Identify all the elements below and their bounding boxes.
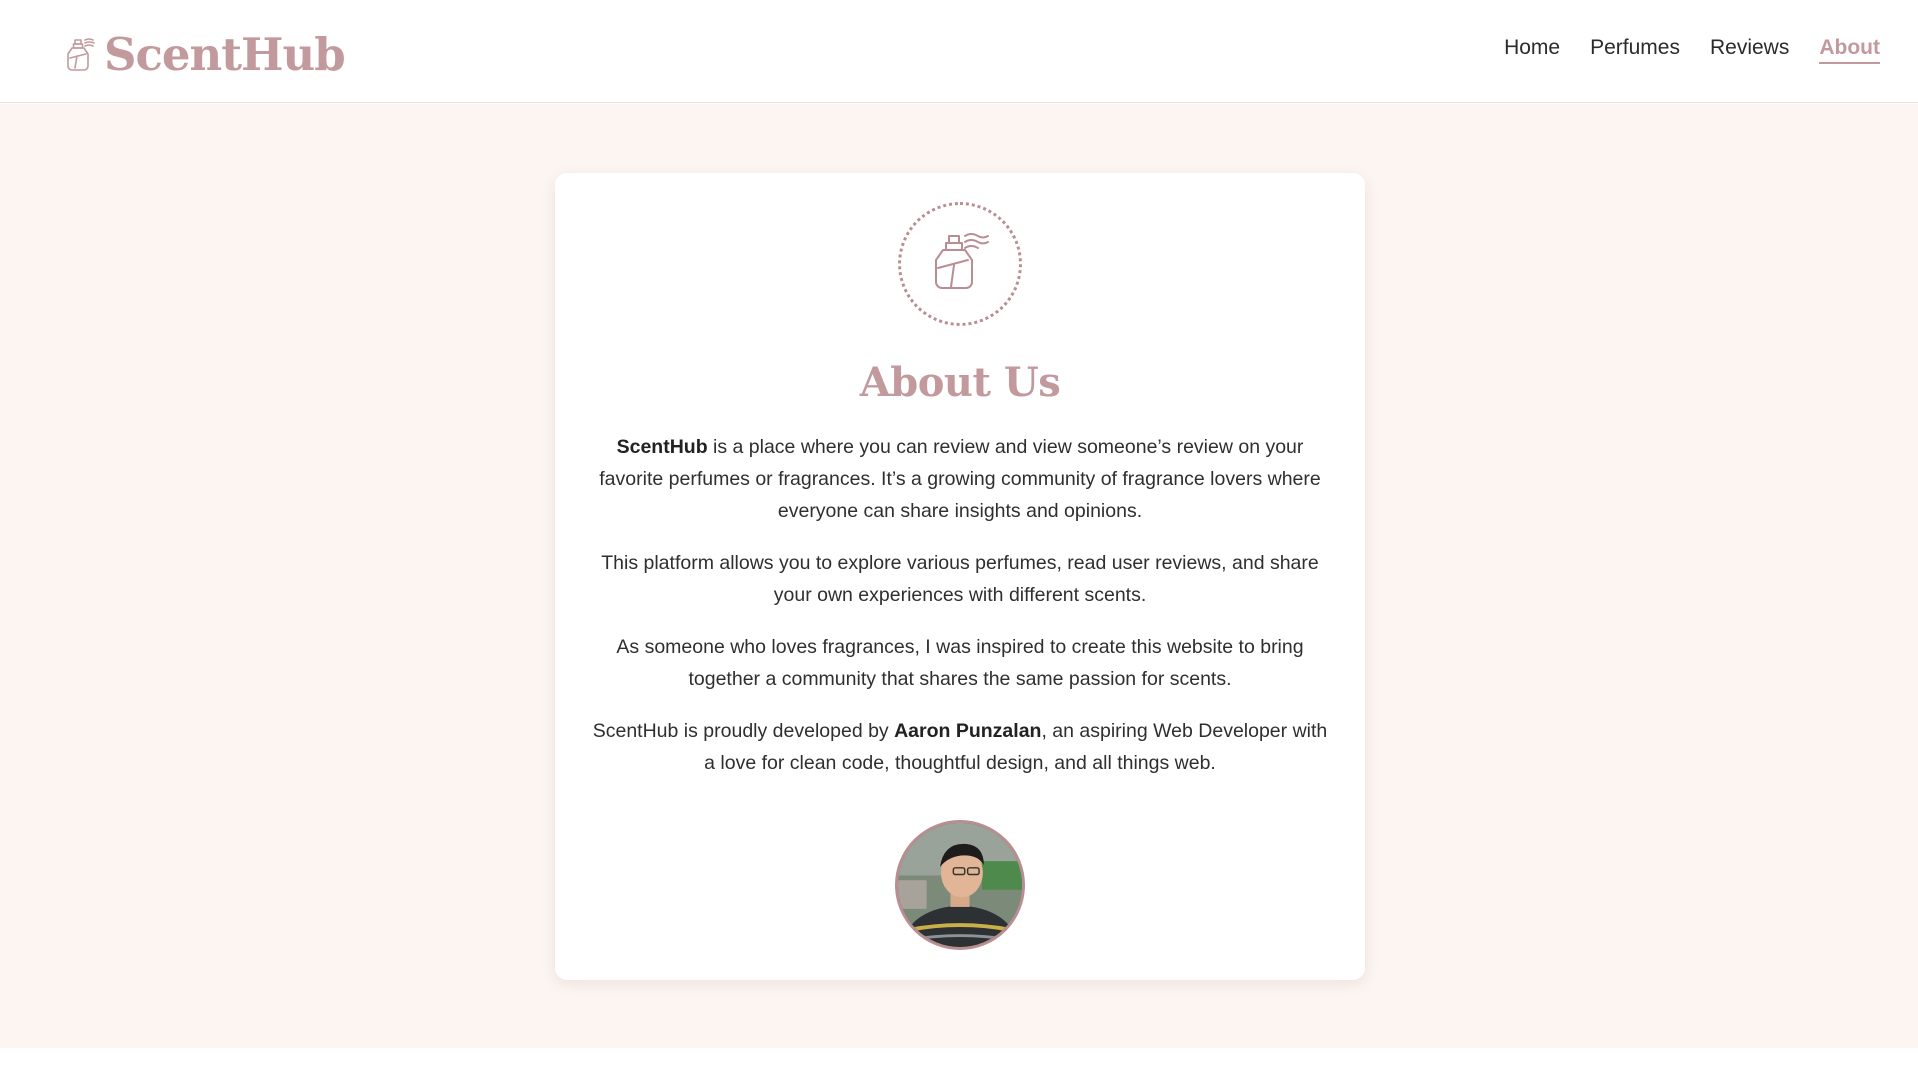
- about-paragraph-2: This platform allows you to explore vari…: [601, 552, 1319, 606]
- about-paragraph-4-start: ScentHub is proudly developed by: [592, 720, 895, 742]
- perfume-bottle-icon: [935, 233, 989, 289]
- nav-about[interactable]: About: [1819, 36, 1880, 64]
- about-text: ScentHub is a place where you can review…: [585, 431, 1335, 799]
- main-content: About Us ScentHub is a place where you c…: [0, 104, 1918, 1048]
- developer-photo: [898, 823, 1022, 947]
- about-paragraph-3: As someone who loves fragrances, I was i…: [616, 636, 1304, 690]
- nav-home[interactable]: Home: [1504, 36, 1560, 64]
- perfume-bottle-icon: [67, 38, 95, 71]
- about-paragraph-1: ScentHub is a place where you can review…: [585, 431, 1335, 527]
- site-header: ScentHub Home Perfumes Reviews About: [0, 0, 1918, 103]
- brand-name: ScentHub: [104, 27, 346, 81]
- main-nav: Home Perfumes Reviews About: [1504, 36, 1880, 64]
- brand-mention: ScentHub: [616, 436, 708, 458]
- developer-name: Aaron Punzalan: [894, 720, 1042, 742]
- developer-avatar: [895, 820, 1025, 950]
- about-card: About Us ScentHub is a place where you c…: [555, 173, 1365, 980]
- page-title: About Us: [859, 359, 1061, 406]
- nav-reviews[interactable]: Reviews: [1710, 36, 1789, 64]
- nav-perfumes[interactable]: Perfumes: [1590, 36, 1680, 64]
- brand-logo[interactable]: ScentHub: [66, 24, 346, 84]
- about-paragraph-4: ScentHub is proudly developed by Aaron P…: [585, 715, 1335, 779]
- about-paragraph-1-text: is a place where you can review and view…: [599, 436, 1321, 522]
- perfume-badge: [898, 202, 1022, 326]
